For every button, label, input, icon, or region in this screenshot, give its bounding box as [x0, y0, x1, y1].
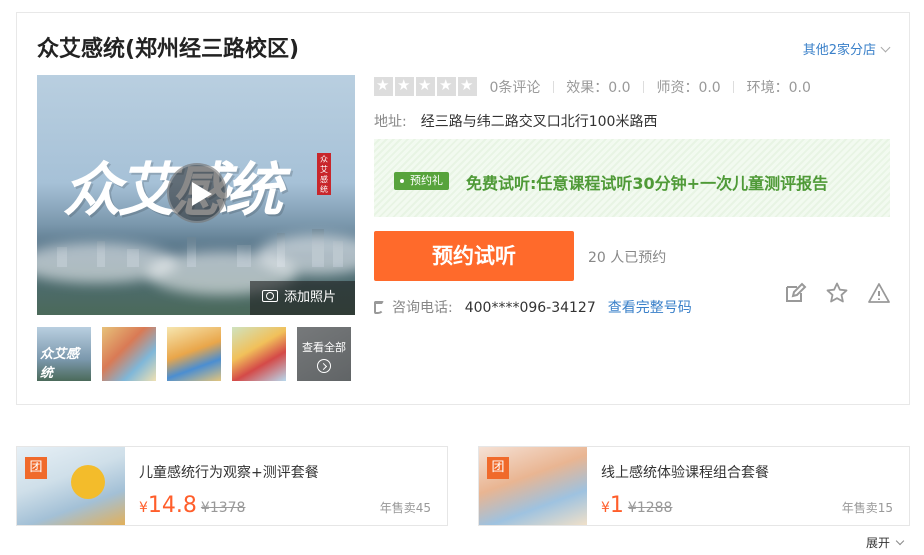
group-deal-card[interactable]: 团 线上感统体验课程组合套餐 ¥1 ¥1288 年售卖15	[478, 446, 910, 526]
review-count[interactable]: 0条评论	[489, 80, 540, 96]
divider	[552, 81, 554, 93]
other-branches-link[interactable]: 其他2家分店	[802, 39, 891, 58]
photo-thumbnail[interactable]	[102, 327, 156, 381]
booked-count: 20 人已预约	[588, 250, 667, 266]
view-all-photos-button[interactable]: 查看全部	[297, 327, 351, 381]
store-video[interactable]: 众艾感统 众艾感统 添加照片	[37, 75, 355, 315]
play-icon[interactable]	[167, 163, 227, 223]
original-price: ¥1378	[200, 500, 246, 516]
arrow-right-circle-icon	[317, 359, 331, 373]
add-photo-label: 添加照片	[284, 290, 337, 305]
sold-count: 年售卖15	[841, 501, 893, 515]
star-icon	[416, 76, 435, 96]
deal-name: 儿童感统行为观察+测评套餐	[139, 465, 319, 481]
show-full-number-link[interactable]: 查看完整号码	[608, 300, 692, 316]
star-icon	[374, 76, 393, 96]
report-warning-icon[interactable]	[867, 281, 891, 305]
thumbnail-caption: 众艾感统	[40, 347, 80, 381]
address-row: 地址: 经三路与纬二路交叉口北行100米路西	[374, 111, 657, 131]
brand-seal: 众艾感统	[317, 153, 331, 195]
teacher-score: 师资：0.0	[656, 80, 721, 96]
store-title: 众艾感统(郑州经三路校区)	[37, 37, 300, 62]
camera-icon	[262, 290, 278, 302]
sold-count: 年售卖45	[379, 501, 431, 515]
gift-badge: 预约礼	[394, 172, 449, 190]
exercise-ball	[71, 465, 105, 499]
phone-number: 400****096-34127	[464, 300, 596, 316]
environment-score: 环境：0.0	[746, 80, 811, 96]
photo-thumbnail[interactable]: 众艾感统	[37, 327, 91, 381]
price-currency: ¥	[139, 500, 148, 516]
effect-score: 效果：0.0	[566, 80, 631, 96]
gift-text: 免费试听:任意课程试听30分钟+一次儿童测评报告	[466, 174, 829, 193]
view-all-label: 查看全部	[302, 341, 346, 354]
phone-row: 咨询电话: 400****096-34127 查看完整号码	[374, 297, 692, 317]
original-price: ¥1288	[627, 500, 673, 516]
rating-row: 0条评论 效果：0.0 师资：0.0 环境：0.0	[374, 76, 811, 97]
price-currency: ¥	[601, 500, 610, 516]
deal-price: ¥14.8 ¥1378	[139, 493, 245, 518]
favorite-star-icon[interactable]	[825, 281, 849, 305]
expand-label: 展开	[866, 536, 891, 550]
star-icon	[395, 76, 414, 96]
book-trial-button[interactable]: 预约试听	[374, 231, 574, 281]
add-photo-button[interactable]: 添加照片	[250, 281, 355, 315]
address-value: 经三路与纬二路交叉口北行100米路西	[420, 114, 658, 130]
photo-thumbnail[interactable]	[167, 327, 221, 381]
expand-button[interactable]: 展开	[866, 534, 905, 551]
chevron-down-icon	[895, 536, 905, 546]
group-deal-card[interactable]: 团 儿童感统行为观察+测评套餐 ¥14.8 ¥1378 年售卖45	[16, 446, 448, 526]
other-branches-label: 其他2家分店	[802, 43, 876, 58]
deal-price: ¥1 ¥1288	[601, 493, 672, 518]
star-icon	[458, 76, 477, 96]
booking-gift-banner: 预约礼 免费试听:任意课程试听30分钟+一次儿童测评报告	[374, 139, 890, 217]
group-buy-badge: 团	[25, 457, 47, 479]
address-label: 地址:	[374, 114, 407, 130]
write-review-icon[interactable]	[783, 281, 807, 305]
star-icon	[437, 76, 456, 96]
deal-name: 线上感统体验课程组合套餐	[601, 465, 769, 481]
divider	[733, 81, 735, 93]
photo-thumbnail[interactable]	[232, 327, 286, 381]
phone-label: 咨询电话:	[392, 300, 453, 316]
price-value: 1	[609, 493, 624, 518]
price-value: 14.8	[147, 493, 197, 518]
divider	[643, 81, 644, 93]
phone-icon	[374, 301, 384, 314]
group-buy-badge: 团	[487, 457, 509, 479]
store-card: 众艾感统(郑州经三路校区) 其他2家分店 众艾感统 众艾感统 添加照片 众艾感统	[16, 12, 910, 405]
chevron-down-icon	[880, 42, 891, 53]
